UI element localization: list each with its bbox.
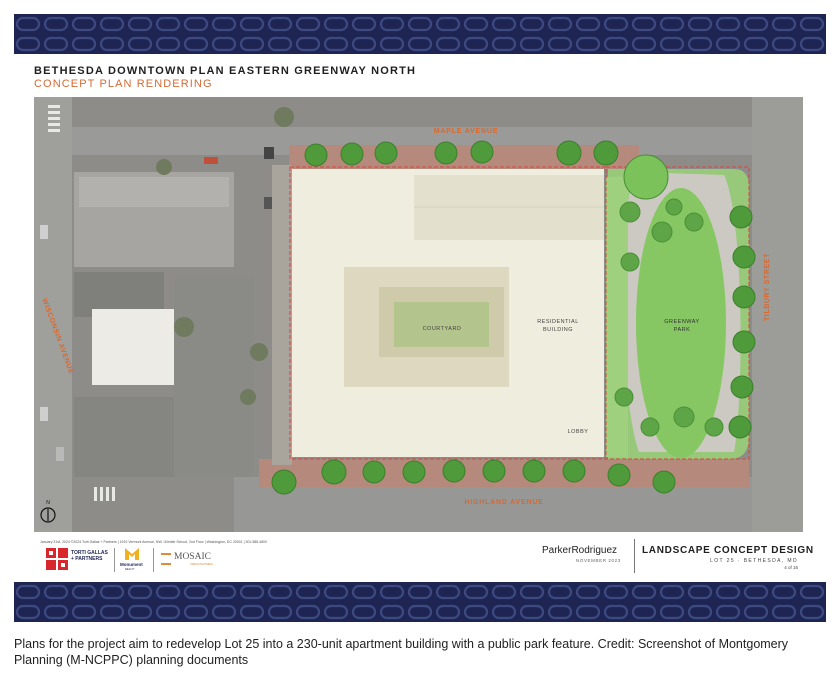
- north-label: N: [46, 500, 50, 506]
- street-label-highland: HIGHLAND AVENUE: [464, 499, 543, 506]
- street-label-tilbury: TILBURY STREET: [764, 253, 771, 321]
- white-roof-building: [92, 309, 180, 385]
- adjacent-building-roof: [79, 177, 229, 207]
- sheet-title-block: LANDSCAPE CONCEPT DESIGN: [642, 545, 814, 556]
- label-residential: RESIDENTIAL: [537, 319, 579, 325]
- page-number: 4 of 16: [784, 565, 798, 570]
- chain-pattern: [14, 14, 826, 54]
- site-plan-map: MAPLE AVENUE HIGHLAND AVENUE WISCONSIN A…: [34, 97, 803, 532]
- monument-logo-icon: [125, 548, 139, 560]
- firm-name: ParkerRodriguez: [542, 545, 618, 556]
- label-park: PARK: [674, 327, 691, 333]
- mosaic-sub: URBAN PARTNERS: [190, 563, 213, 566]
- chain-pattern-bottom: [14, 582, 826, 622]
- title-block: January 31st, 2024 ©2024 Torti Gallas + …: [14, 534, 826, 582]
- plan-sheet: BETHESDA DOWNTOWN PLAN EASTERN GREENWAY …: [14, 54, 826, 582]
- photo-caption: Plans for the project aim to redevelop L…: [14, 637, 789, 667]
- plan-date: NOVEMBER 2023: [576, 558, 621, 563]
- courtyard-lawn: [394, 302, 489, 347]
- logo-divider-2: [153, 548, 154, 572]
- monument-sub: REALTY: [125, 568, 135, 571]
- sheet-subtitle: CONCEPT PLAN RENDERING: [34, 78, 213, 90]
- west-sidewalk: [272, 165, 292, 465]
- title-block-divider: [634, 539, 635, 573]
- torti-gallas-logo-icon: [46, 548, 68, 570]
- label-courtyard: COURTYARD: [423, 326, 462, 332]
- mosaic-logo: MOSAIC: [174, 552, 211, 562]
- label-building: BUILDING: [543, 327, 573, 333]
- label-lobby: LOBBY: [568, 429, 589, 435]
- tilbury-road: [752, 97, 803, 532]
- parking-lot: [174, 277, 254, 477]
- logo-divider: [114, 548, 115, 572]
- fine-print: January 31st, 2024 ©2024 Torti Gallas + …: [40, 540, 267, 544]
- street-label-maple: MAPLE AVENUE: [434, 128, 498, 135]
- top-decorative-band: [14, 14, 826, 54]
- torti-gallas-logo: TORTI GALLAS + PARTNERS: [71, 550, 108, 562]
- sw-lot: [74, 397, 174, 477]
- sheet-title: BETHESDA DOWNTOWN PLAN EASTERN GREENWAY …: [34, 65, 417, 77]
- label-greenway: GREENWAY: [664, 319, 699, 325]
- bottom-decorative-band: [14, 582, 826, 622]
- mosaic-logo-icon: [161, 553, 171, 565]
- project-name: LOT 25 · BETHESDA, MD: [710, 558, 798, 564]
